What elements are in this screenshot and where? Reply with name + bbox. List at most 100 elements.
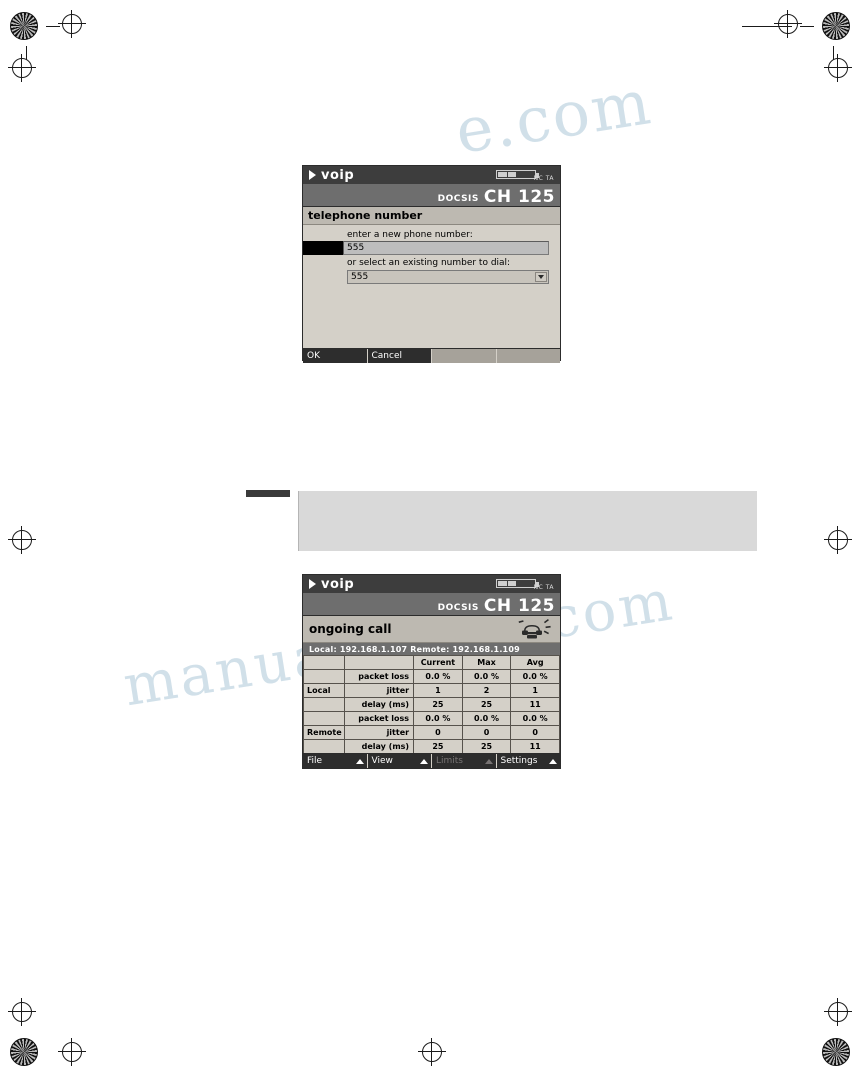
softkey-empty-3	[432, 349, 497, 363]
metric-label: packet loss	[343, 669, 415, 684]
table-row: Local jitter 1 2 1	[303, 683, 560, 698]
dialog-softkey-bar: OK Cancel	[303, 348, 560, 363]
menu-limits-label: Limits	[436, 756, 463, 766]
metric-label: delay (ms)	[343, 739, 415, 754]
voip-ongoing-call-screen: voip NC TA DOCSIS CH 125 ongoing call Lo…	[302, 574, 561, 769]
registration-cross-tr-v	[787, 10, 788, 38]
crop-mark-top-right	[742, 26, 792, 27]
call-statistics-table: Current Max Avg packet loss 0.0 % 0.0 % …	[303, 655, 560, 754]
value-current: 0.0 %	[413, 669, 463, 684]
signal-label: NC TA	[533, 584, 554, 591]
registration-cross-br-v	[837, 998, 838, 1026]
table-row: Remote jitter 0 0 0	[303, 725, 560, 740]
call-menu-bar: File View Limits Settings	[303, 753, 560, 768]
menu-view-label: View	[371, 756, 393, 766]
menu-file[interactable]: File	[303, 754, 368, 768]
col-current: Current	[413, 655, 463, 670]
crop-mark-top-left	[46, 26, 60, 27]
call-channel-bar: DOCSIS CH 125	[303, 593, 560, 616]
halftone-dot-top-left	[10, 12, 38, 40]
registration-mark-bl	[12, 1002, 32, 1022]
existing-number-select-row: 555	[347, 270, 549, 284]
registration-mark-bottom-mid	[422, 1042, 442, 1062]
registration-cross-mr-h	[824, 67, 852, 68]
dialog-header: telephone number	[303, 207, 560, 225]
value-current: 0.0 %	[413, 711, 463, 726]
value-max: 0	[461, 725, 512, 740]
registration-cross-bc-v	[71, 1038, 72, 1066]
col-blank-2	[343, 655, 415, 670]
table-row: packet loss 0.0 % 0.0 % 0.0 %	[303, 669, 560, 684]
table-row: delay (ms) 25 25 11	[303, 739, 560, 754]
crop-mark-top-right2	[800, 26, 814, 27]
new-number-input[interactable]: 555	[343, 241, 549, 255]
registration-cross-bl-h	[8, 1011, 36, 1012]
crop-mark-left-v	[26, 46, 27, 60]
registration-cross-br-h	[824, 1011, 852, 1012]
ringing-telephone-icon	[518, 617, 554, 641]
value-avg: 0.0 %	[510, 711, 560, 726]
dialog-body: enter a new phone number: 555 or select …	[303, 225, 560, 348]
chevron-up-icon	[484, 758, 493, 764]
registration-cross-tl-h	[58, 23, 86, 24]
value-avg: 11	[510, 739, 560, 754]
app-name-label: voip	[321, 576, 355, 592]
registration-mark-ml	[12, 58, 32, 78]
voip-telephone-number-screen: voip NC TA DOCSIS CH 125 telephone numbe…	[302, 165, 561, 363]
registration-cross-bm-v	[431, 1038, 432, 1066]
menu-view[interactable]: View	[367, 754, 432, 768]
group-label-local: Local	[303, 683, 345, 698]
registration-cross-bc-h	[58, 1051, 86, 1052]
registration-mark-tl	[62, 14, 82, 34]
existing-number-select[interactable]: 555	[347, 270, 549, 284]
chevron-down-icon[interactable]	[535, 272, 547, 282]
existing-number-label: or select an existing number to dial:	[347, 258, 511, 268]
call-addresses: Local: 192.168.1.107 Remote: 192.168.1.1…	[303, 643, 560, 655]
registration-cross-mr-v	[837, 54, 838, 82]
group-label-blank	[303, 739, 345, 754]
menu-settings-label: Settings	[500, 756, 538, 766]
table-header-row: Current Max Avg	[303, 655, 560, 670]
registration-cross-tr-h	[774, 23, 802, 24]
new-number-field-row: 555	[303, 241, 560, 255]
col-blank-1	[303, 655, 345, 670]
docsis-standard-label: DOCSIS	[437, 194, 479, 204]
value-current: 25	[413, 739, 463, 754]
call-titlebar: voip NC TA	[303, 575, 560, 593]
channel-number-label: CH 125	[483, 596, 555, 616]
ok-button[interactable]: OK	[303, 349, 368, 363]
cancel-button[interactable]: Cancel	[367, 349, 432, 363]
battery-icon	[496, 170, 539, 179]
value-avg: 0	[510, 725, 560, 740]
metric-label: jitter	[343, 683, 415, 698]
value-max: 0.0 %	[461, 669, 512, 684]
channel-number-label: CH 125	[483, 187, 555, 207]
value-max: 25	[461, 697, 512, 712]
registration-mark-tr	[778, 14, 798, 34]
softkey-empty-4	[496, 349, 560, 363]
registration-cross-ml-h	[8, 67, 36, 68]
menu-settings[interactable]: Settings	[496, 754, 560, 768]
registration-mark-br	[828, 1002, 848, 1022]
crop-mark-right-v	[833, 46, 834, 60]
col-max: Max	[461, 655, 512, 670]
registration-cross-cr-v	[837, 526, 838, 554]
halftone-dot-top-right	[822, 12, 850, 40]
registration-mark-bottom-center	[62, 1042, 82, 1062]
group-label-remote: Remote	[303, 725, 345, 740]
note-callout-block	[298, 491, 757, 551]
chevron-up-icon	[355, 758, 364, 764]
value-max: 0.0 %	[461, 711, 512, 726]
registration-mark-cr	[828, 530, 848, 550]
battery-icon	[496, 579, 539, 588]
value-max: 25	[461, 739, 512, 754]
menu-file-label: File	[307, 756, 323, 766]
col-avg: Avg	[510, 655, 560, 670]
value-current: 25	[413, 697, 463, 712]
value-avg: 11	[510, 697, 560, 712]
table-row: packet loss 0.0 % 0.0 % 0.0 %	[303, 711, 560, 726]
value-current: 0	[413, 725, 463, 740]
group-label-blank	[303, 711, 345, 726]
metric-label: delay (ms)	[343, 697, 415, 712]
registration-mark-mr	[828, 58, 848, 78]
